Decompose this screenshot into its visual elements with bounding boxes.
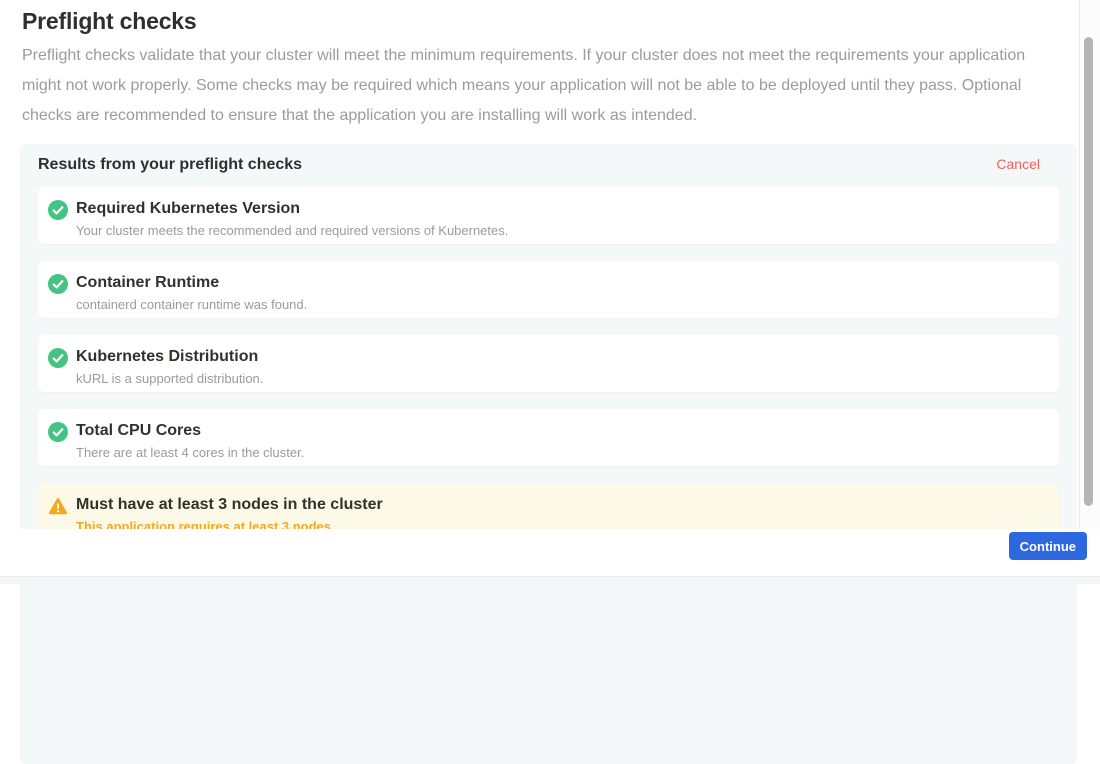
- check-message: There are at least 4 cores in the cluste…: [76, 445, 304, 460]
- check-circle-icon: [48, 274, 68, 294]
- preflight-check-card: Kubernetes Distribution kURL is a suppor…: [38, 335, 1059, 392]
- warning-triangle-icon: [48, 496, 68, 516]
- page-title: Preflight checks: [22, 8, 1041, 34]
- check-message: Your cluster meets the recommended and r…: [76, 223, 508, 238]
- panel-header: Results from your preflight checks Cance…: [38, 156, 1059, 174]
- check-circle-icon: [48, 200, 68, 220]
- check-circle-icon: [48, 422, 68, 442]
- check-circle-icon: [48, 348, 68, 368]
- page-description: Preflight checks validate that your clus…: [22, 41, 1041, 131]
- check-title: Container Runtime: [76, 273, 307, 292]
- cancel-link[interactable]: Cancel: [996, 156, 1040, 172]
- check-results-list: Required Kubernetes Version Your cluster…: [38, 187, 1059, 540]
- check-message: kURL is a supported distribution.: [76, 371, 263, 386]
- preflight-check-card: Total CPU Cores There are at least 4 cor…: [38, 409, 1059, 466]
- footer-bar: Continue: [0, 529, 1100, 576]
- bottom-strip: [0, 576, 1100, 584]
- preflight-check-card: Container Runtime containerd container r…: [38, 261, 1059, 318]
- preflight-check-card: Required Kubernetes Version Your cluster…: [38, 187, 1059, 244]
- preflight-content-area: Preflight checks Preflight checks valida…: [0, 0, 1080, 584]
- check-title: Must have at least 3 nodes in the cluste…: [76, 495, 383, 514]
- check-message: containerd container runtime was found.: [76, 297, 307, 312]
- scrollbar[interactable]: [1080, 0, 1100, 529]
- results-heading: Results from your preflight checks: [38, 156, 302, 174]
- continue-button[interactable]: Continue: [1009, 532, 1087, 560]
- check-title: Total CPU Cores: [76, 421, 304, 440]
- check-title: Required Kubernetes Version: [76, 199, 508, 218]
- check-title: Kubernetes Distribution: [76, 347, 263, 366]
- preflight-results-panel: Results from your preflight checks Cance…: [20, 144, 1077, 764]
- scrollbar-thumb[interactable]: [1084, 37, 1093, 506]
